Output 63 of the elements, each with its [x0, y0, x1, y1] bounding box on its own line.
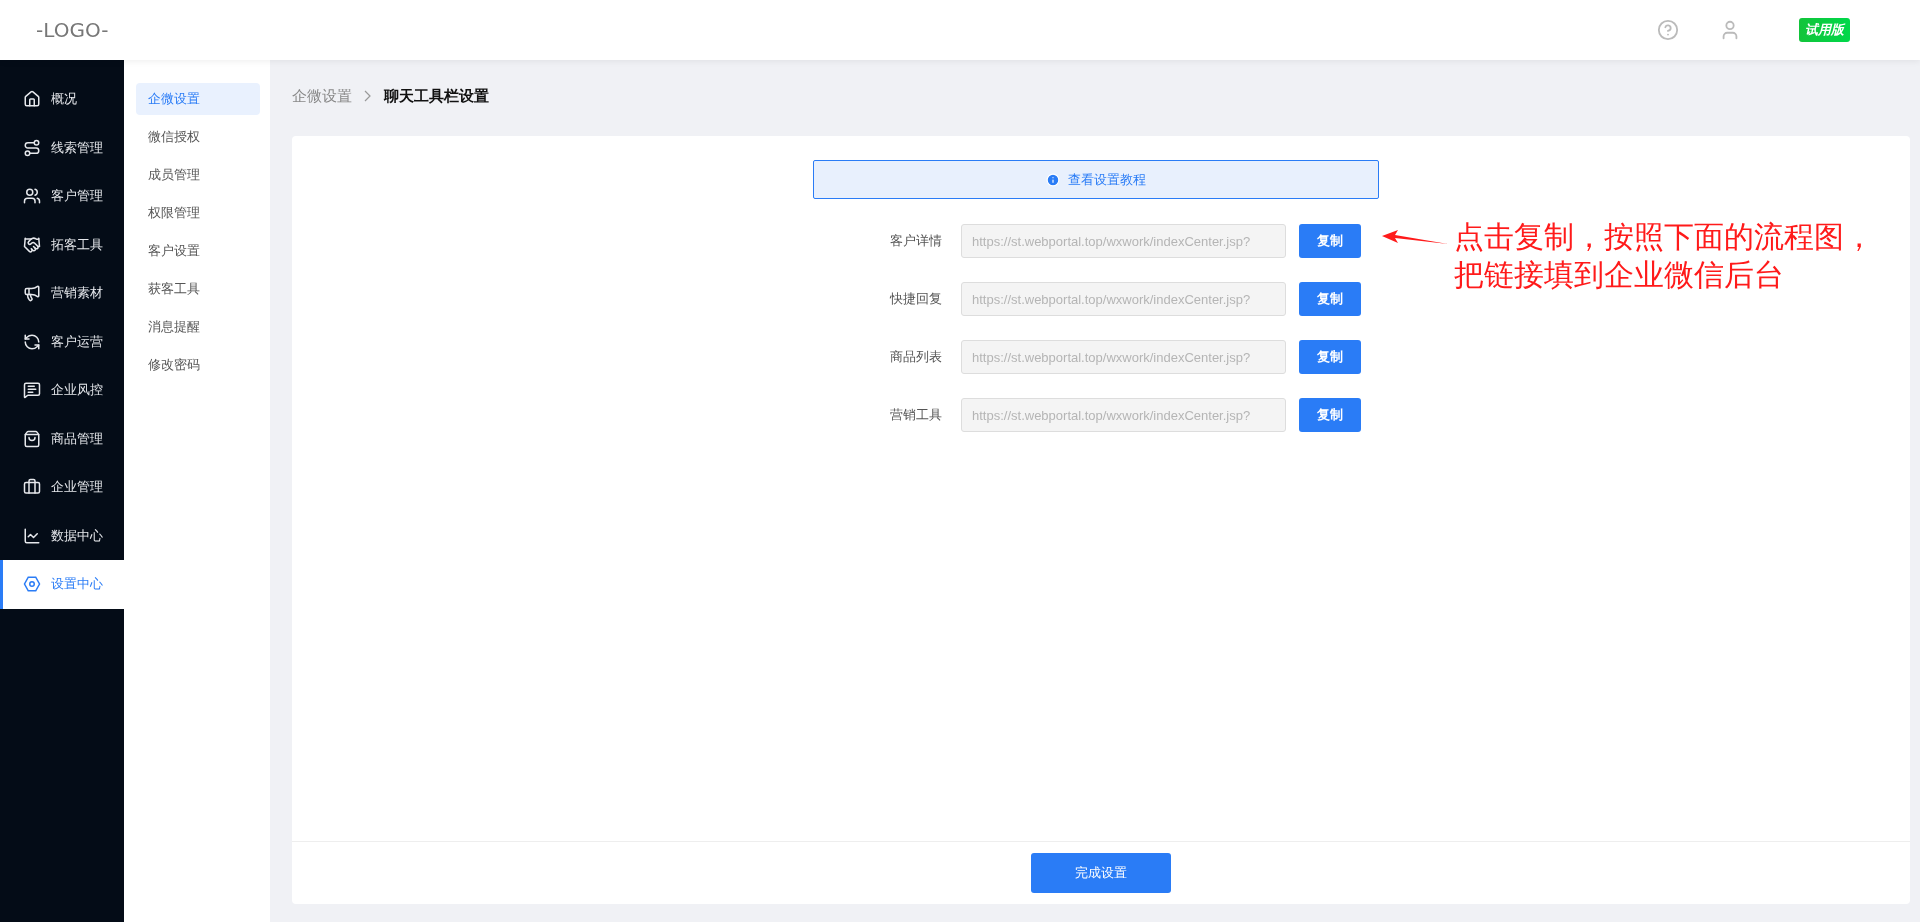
copy-button[interactable]: 复制: [1299, 224, 1361, 258]
field-label: 营销工具: [889, 406, 942, 424]
sidebar-item[interactable]: 数据中心: [0, 511, 124, 560]
url-field[interactable]: https://st.webportal.top/wxwork/indexCenter.jsp?: [961, 224, 1286, 258]
sidebar-item[interactable]: 概况: [0, 75, 124, 124]
sidebar-label: 商品管理: [51, 429, 103, 448]
url-field[interactable]: https://st.webportal.top/wxwork/indexCenter.jsp?: [961, 398, 1286, 432]
sidebar-item[interactable]: 营销素材: [0, 269, 124, 318]
annotation-text: 点击复制，按照下面的流程图，把链接填到企业微信后台: [1454, 218, 1874, 294]
sidebar-label: 营销素材: [51, 284, 103, 303]
help-icon[interactable]: [1657, 19, 1679, 41]
tutorial-link[interactable]: 查看设置教程: [813, 160, 1379, 199]
info-icon: [1046, 172, 1060, 187]
sidebar-label: 设置中心: [51, 575, 103, 594]
copy-button[interactable]: 复制: [1299, 398, 1361, 432]
sidebar-label: 线索管理: [51, 138, 103, 157]
cycle-icon: [23, 332, 41, 351]
users-icon: [23, 187, 41, 206]
finish-button[interactable]: 完成设置: [1031, 853, 1171, 893]
sidebar-item[interactable]: 拓客工具: [0, 220, 124, 269]
house-icon: [23, 90, 41, 109]
sidebar-label: 企业管理: [51, 478, 103, 497]
sidebar-item[interactable]: 商品管理: [0, 414, 124, 463]
field-label: 商品列表: [889, 348, 942, 366]
sidebar-label: 客户运营: [51, 332, 103, 351]
submenu-item[interactable]: 客户设置: [136, 235, 260, 267]
submenu-item[interactable]: 修改密码: [136, 349, 260, 381]
submenu-item[interactable]: 获客工具: [136, 273, 260, 305]
sidebar-item[interactable]: 客户管理: [0, 172, 124, 221]
submenu-item[interactable]: 微信授权: [136, 121, 260, 153]
sidebar-label: 拓客工具: [51, 235, 103, 254]
chevron-icon: [364, 90, 372, 102]
megaphone-icon: [23, 284, 41, 303]
trial-badge: 试用版: [1799, 18, 1850, 42]
route-icon: [23, 138, 41, 157]
field-label: 客户详情: [889, 232, 942, 250]
handshake-icon: [23, 235, 41, 254]
sidebar-item[interactable]: 企业风控: [0, 366, 124, 415]
sidebar-label: 概况: [51, 90, 77, 109]
sidebar-label: 客户管理: [51, 187, 103, 206]
url-field[interactable]: https://st.webportal.top/wxwork/indexCenter.jsp?: [961, 282, 1286, 316]
sidebar-item[interactable]: 线索管理: [0, 123, 124, 172]
breadcrumb-item: 聊天工具栏设置: [384, 86, 489, 106]
url-field[interactable]: https://st.webportal.top/wxwork/indexCenter.jsp?: [961, 340, 1286, 374]
submenu-item[interactable]: 权限管理: [136, 197, 260, 229]
settings-icon: [23, 575, 41, 594]
field-label: 快捷回复: [889, 290, 942, 308]
line-chart-icon: [23, 526, 41, 545]
sidebar-item[interactable]: 设置中心: [0, 560, 124, 609]
submenu-item[interactable]: 企微设置: [136, 83, 260, 115]
logo: -LOGO-: [36, 18, 109, 42]
copy-button[interactable]: 复制: [1299, 282, 1361, 316]
bag-icon: [23, 429, 41, 448]
sidebar-label: 数据中心: [51, 526, 103, 545]
sidebar-label: 企业风控: [51, 381, 103, 400]
submenu-item[interactable]: 消息提醒: [136, 311, 260, 343]
arrow-drawing: [1382, 230, 1448, 244]
message-icon: [23, 381, 41, 400]
submenu-item[interactable]: 成员管理: [136, 159, 260, 191]
sidebar-item[interactable]: 企业管理: [0, 463, 124, 512]
copy-button[interactable]: 复制: [1299, 340, 1361, 374]
briefcase-icon: [23, 478, 41, 497]
sidebar-item[interactable]: 客户运营: [0, 317, 124, 366]
